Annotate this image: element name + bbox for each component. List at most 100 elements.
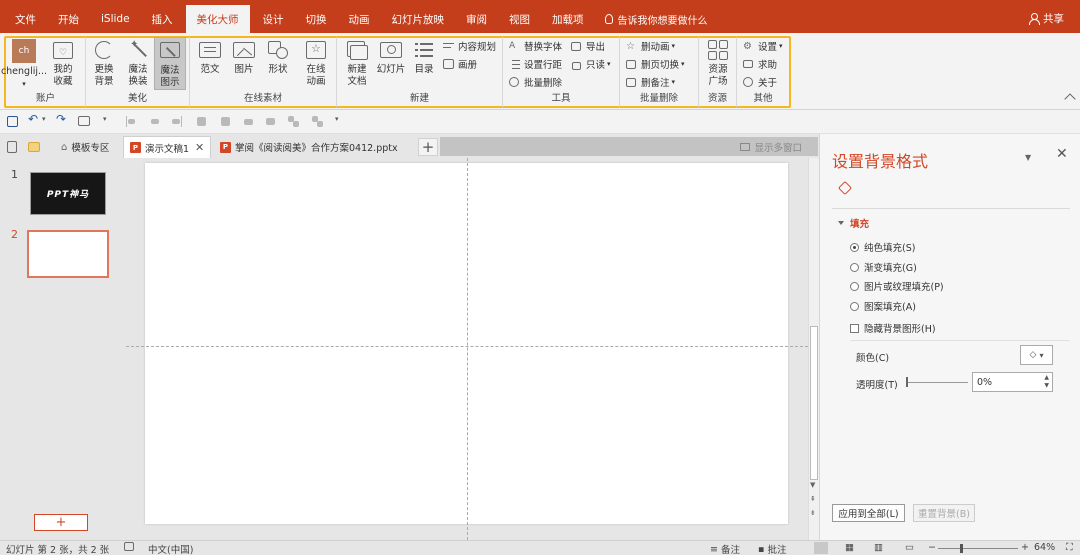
- menu-animations[interactable]: 动画: [338, 5, 381, 33]
- menu-design[interactable]: 设计: [252, 5, 295, 33]
- content-plan-button[interactable]: 内容规划: [443, 39, 496, 53]
- tab-doc2[interactable]: P 掌阅《阅读阅美》合作方案0412.pptx: [214, 136, 404, 158]
- align-right-icon[interactable]: [172, 116, 182, 128]
- customize-dropdown-icon[interactable]: ▾: [103, 115, 107, 127]
- scroll-down-arrow[interactable]: ▼: [810, 481, 815, 489]
- zoom-out-button[interactable]: −: [928, 542, 936, 553]
- tab-template-zone[interactable]: ⌂ 模板专区: [55, 136, 115, 158]
- align-left-icon[interactable]: [126, 116, 136, 128]
- share-button[interactable]: 共享: [1029, 11, 1064, 26]
- hide-background-graphics-checkbox[interactable]: 隐藏背景图形(H): [850, 321, 936, 335]
- more-commands-icon[interactable]: ▾: [335, 115, 339, 127]
- magic-swap-button[interactable]: ✦ 魔法 换装: [122, 39, 154, 88]
- scrollbar-thumb[interactable]: [810, 326, 818, 480]
- delete-animation-button[interactable]: ☆ 删动画 ▾: [626, 39, 675, 54]
- zoom-slider-knob[interactable]: [960, 544, 963, 553]
- picture-button[interactable]: 图片: [228, 39, 260, 76]
- spinner-arrows-icon[interactable]: ▲ ▼: [1044, 374, 1049, 390]
- ungroup-objects-icon[interactable]: [312, 116, 323, 128]
- magic-diagram-button[interactable]: 魔法 图示: [154, 37, 186, 90]
- group-objects-icon[interactable]: [288, 116, 299, 128]
- shape-button[interactable]: 形状: [262, 39, 294, 76]
- new-slide-button[interactable]: 幻灯片: [374, 39, 408, 76]
- tab-doc1[interactable]: P 演示文稿1 ✕: [123, 136, 212, 158]
- notes-button[interactable]: ≡ 备注: [710, 542, 740, 555]
- add-tab-button[interactable]: +: [418, 138, 438, 156]
- delete-transition-button[interactable]: 删页切换 ▾: [626, 57, 685, 71]
- zoom-in-button[interactable]: +: [1021, 542, 1029, 553]
- distribute-icon[interactable]: [265, 116, 276, 128]
- slide-thumbnail-2[interactable]: [27, 230, 109, 278]
- new-file-icon[interactable]: [7, 136, 21, 158]
- about-button[interactable]: 关于: [743, 75, 777, 89]
- sample-button[interactable]: 范文: [194, 39, 226, 76]
- align-center-icon[interactable]: [150, 116, 160, 128]
- vertical-guide[interactable]: [467, 158, 468, 540]
- show-multi-window-button[interactable]: 显示多窗口: [740, 140, 802, 154]
- save-icon[interactable]: [7, 116, 18, 128]
- toc-button[interactable]: 目录: [409, 39, 439, 76]
- account-button[interactable]: ch chenglij... ▾: [1, 39, 47, 90]
- menu-islide[interactable]: iSlide: [90, 5, 141, 33]
- radio-pattern-fill[interactable]: 图案填充(A): [850, 299, 916, 313]
- undo-icon[interactable]: ↶: [28, 112, 38, 126]
- help-button[interactable]: 求助: [743, 57, 777, 71]
- read-only-button[interactable]: 只读 ▾: [571, 57, 611, 71]
- line-spacing-button[interactable]: 设置行距: [509, 57, 562, 71]
- menu-insert[interactable]: 插入: [141, 5, 184, 33]
- normal-view-icon[interactable]: [814, 542, 828, 554]
- undo-dropdown-icon[interactable]: ▾: [42, 115, 46, 127]
- export-button[interactable]: 导出: [571, 39, 605, 53]
- zoom-level[interactable]: 64%: [1034, 542, 1055, 553]
- change-background-button[interactable]: 更换 背景: [88, 39, 120, 88]
- collapse-ribbon-icon[interactable]: [1064, 93, 1076, 105]
- menu-slideshow[interactable]: 幻灯片放映: [381, 5, 456, 33]
- reset-background-button[interactable]: 重置背景(B): [913, 504, 975, 522]
- transparency-spinner[interactable]: 0% ▲ ▼: [972, 372, 1053, 392]
- transparency-slider-knob[interactable]: [906, 377, 908, 387]
- fit-to-window-icon[interactable]: ⛶: [1066, 542, 1073, 553]
- album-button[interactable]: 画册: [443, 57, 477, 71]
- previous-slide-icon[interactable]: ⇞: [810, 495, 816, 503]
- new-document-button[interactable]: 新建 文档: [341, 39, 373, 88]
- menu-file[interactable]: 文件: [4, 5, 47, 33]
- color-picker-button[interactable]: ◇ ▾: [1020, 345, 1053, 365]
- language-indicator[interactable]: 中文(中国): [148, 542, 193, 555]
- menu-view[interactable]: 视图: [498, 5, 541, 33]
- settings-button[interactable]: ⚙ 设置 ▾: [743, 39, 783, 54]
- favorites-button[interactable]: ♡ 我的 收藏: [46, 39, 80, 88]
- apply-to-all-button[interactable]: 应用到全部(L): [832, 504, 905, 522]
- align-bottom-icon[interactable]: [243, 116, 254, 128]
- comments-button[interactable]: ▪ 批注: [758, 542, 786, 555]
- align-top-icon[interactable]: [196, 116, 207, 128]
- vertical-scrollbar[interactable]: ▼ ⇞ ⇟: [808, 158, 819, 540]
- close-icon[interactable]: ✕: [195, 141, 204, 154]
- slideshow-icon[interactable]: ▭: [905, 542, 914, 553]
- resource-square-button[interactable]: 资源 广场: [702, 39, 734, 88]
- align-middle-icon[interactable]: [220, 116, 231, 128]
- radio-gradient-fill[interactable]: 渐变填充(G): [850, 260, 917, 274]
- horizontal-guide[interactable]: [126, 346, 808, 347]
- delete-notes-button[interactable]: 删备注 ▾: [626, 75, 675, 89]
- menu-home[interactable]: 开始: [47, 5, 90, 33]
- start-from-beginning-icon[interactable]: [78, 116, 90, 128]
- pane-options-dropdown-icon[interactable]: ▼: [1025, 153, 1031, 162]
- menu-transitions[interactable]: 切换: [295, 5, 338, 33]
- slide-sorter-icon[interactable]: ▦: [845, 542, 854, 553]
- menu-beautify-master[interactable]: 美化大师: [185, 5, 250, 33]
- next-slide-icon[interactable]: ⇟: [810, 509, 816, 517]
- slide-thumbnail-1[interactable]: PPT神马: [30, 172, 106, 215]
- tell-me-search[interactable]: 告诉我你想要做什么: [595, 5, 708, 33]
- batch-delete-button[interactable]: 批量删除: [509, 75, 562, 89]
- spellcheck-icon[interactable]: [124, 542, 134, 551]
- online-animation-button[interactable]: ☆ 在线 动画: [300, 39, 332, 88]
- pane-close-icon[interactable]: ✕: [1056, 146, 1068, 162]
- radio-solid-fill[interactable]: 纯色填充(S): [850, 240, 915, 254]
- menu-addins[interactable]: 加载项: [541, 5, 595, 33]
- redo-icon[interactable]: ↷: [56, 112, 66, 126]
- paint-bucket-icon[interactable]: [837, 180, 854, 196]
- menu-review[interactable]: 审阅: [455, 5, 498, 33]
- fill-section-header[interactable]: 填充: [838, 216, 869, 230]
- add-slide-button[interactable]: +: [34, 514, 88, 531]
- radio-picture-fill[interactable]: 图片或纹理填充(P): [850, 279, 944, 293]
